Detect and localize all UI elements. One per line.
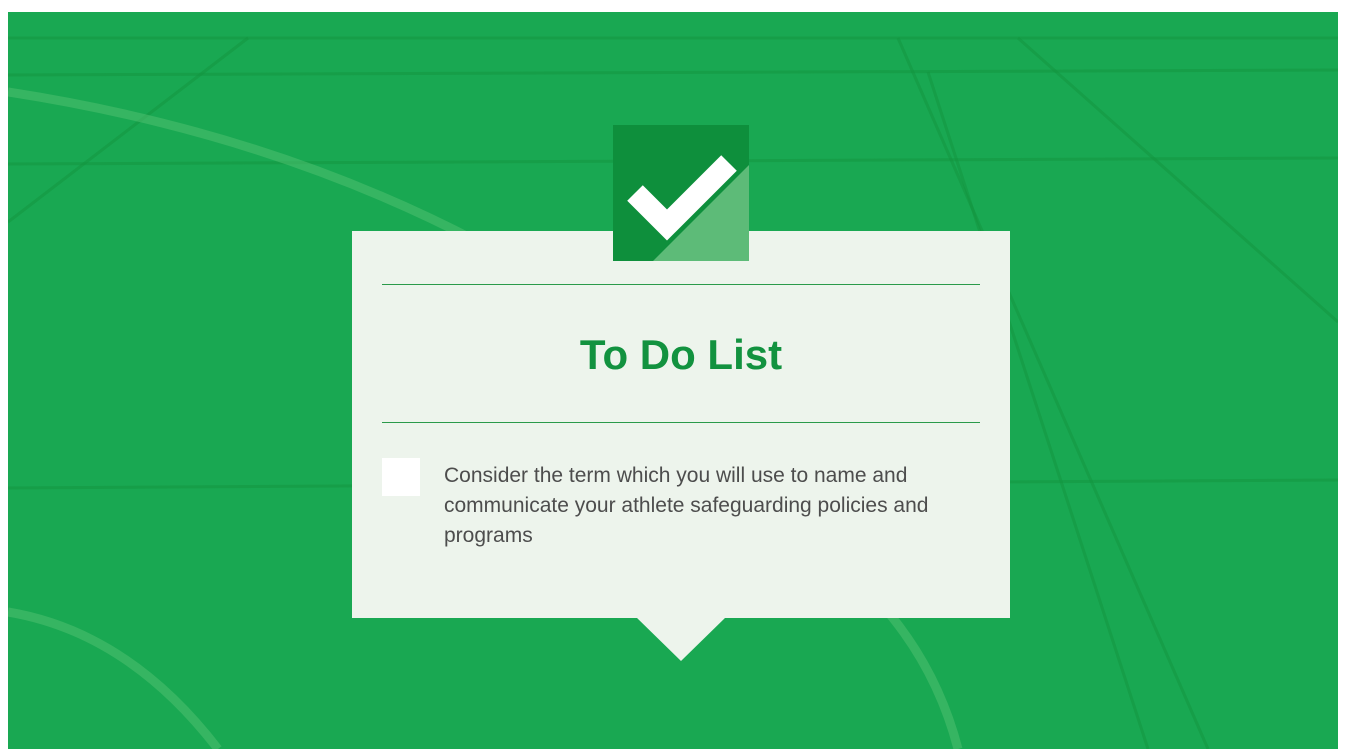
checkmark-badge [613,125,749,261]
task-text: Consider the term which you will use to … [444,464,929,547]
checkmark-icon [613,125,749,261]
slide-background: To Do List Consider the term which you w… [8,12,1338,749]
divider-bottom [382,422,980,423]
card-title: To Do List [579,331,783,378]
todo-card: To Do List Consider the term which you w… [352,231,1010,618]
divider-top [382,284,980,285]
callout-pointer [636,617,726,661]
task-checkbox[interactable] [382,458,420,496]
